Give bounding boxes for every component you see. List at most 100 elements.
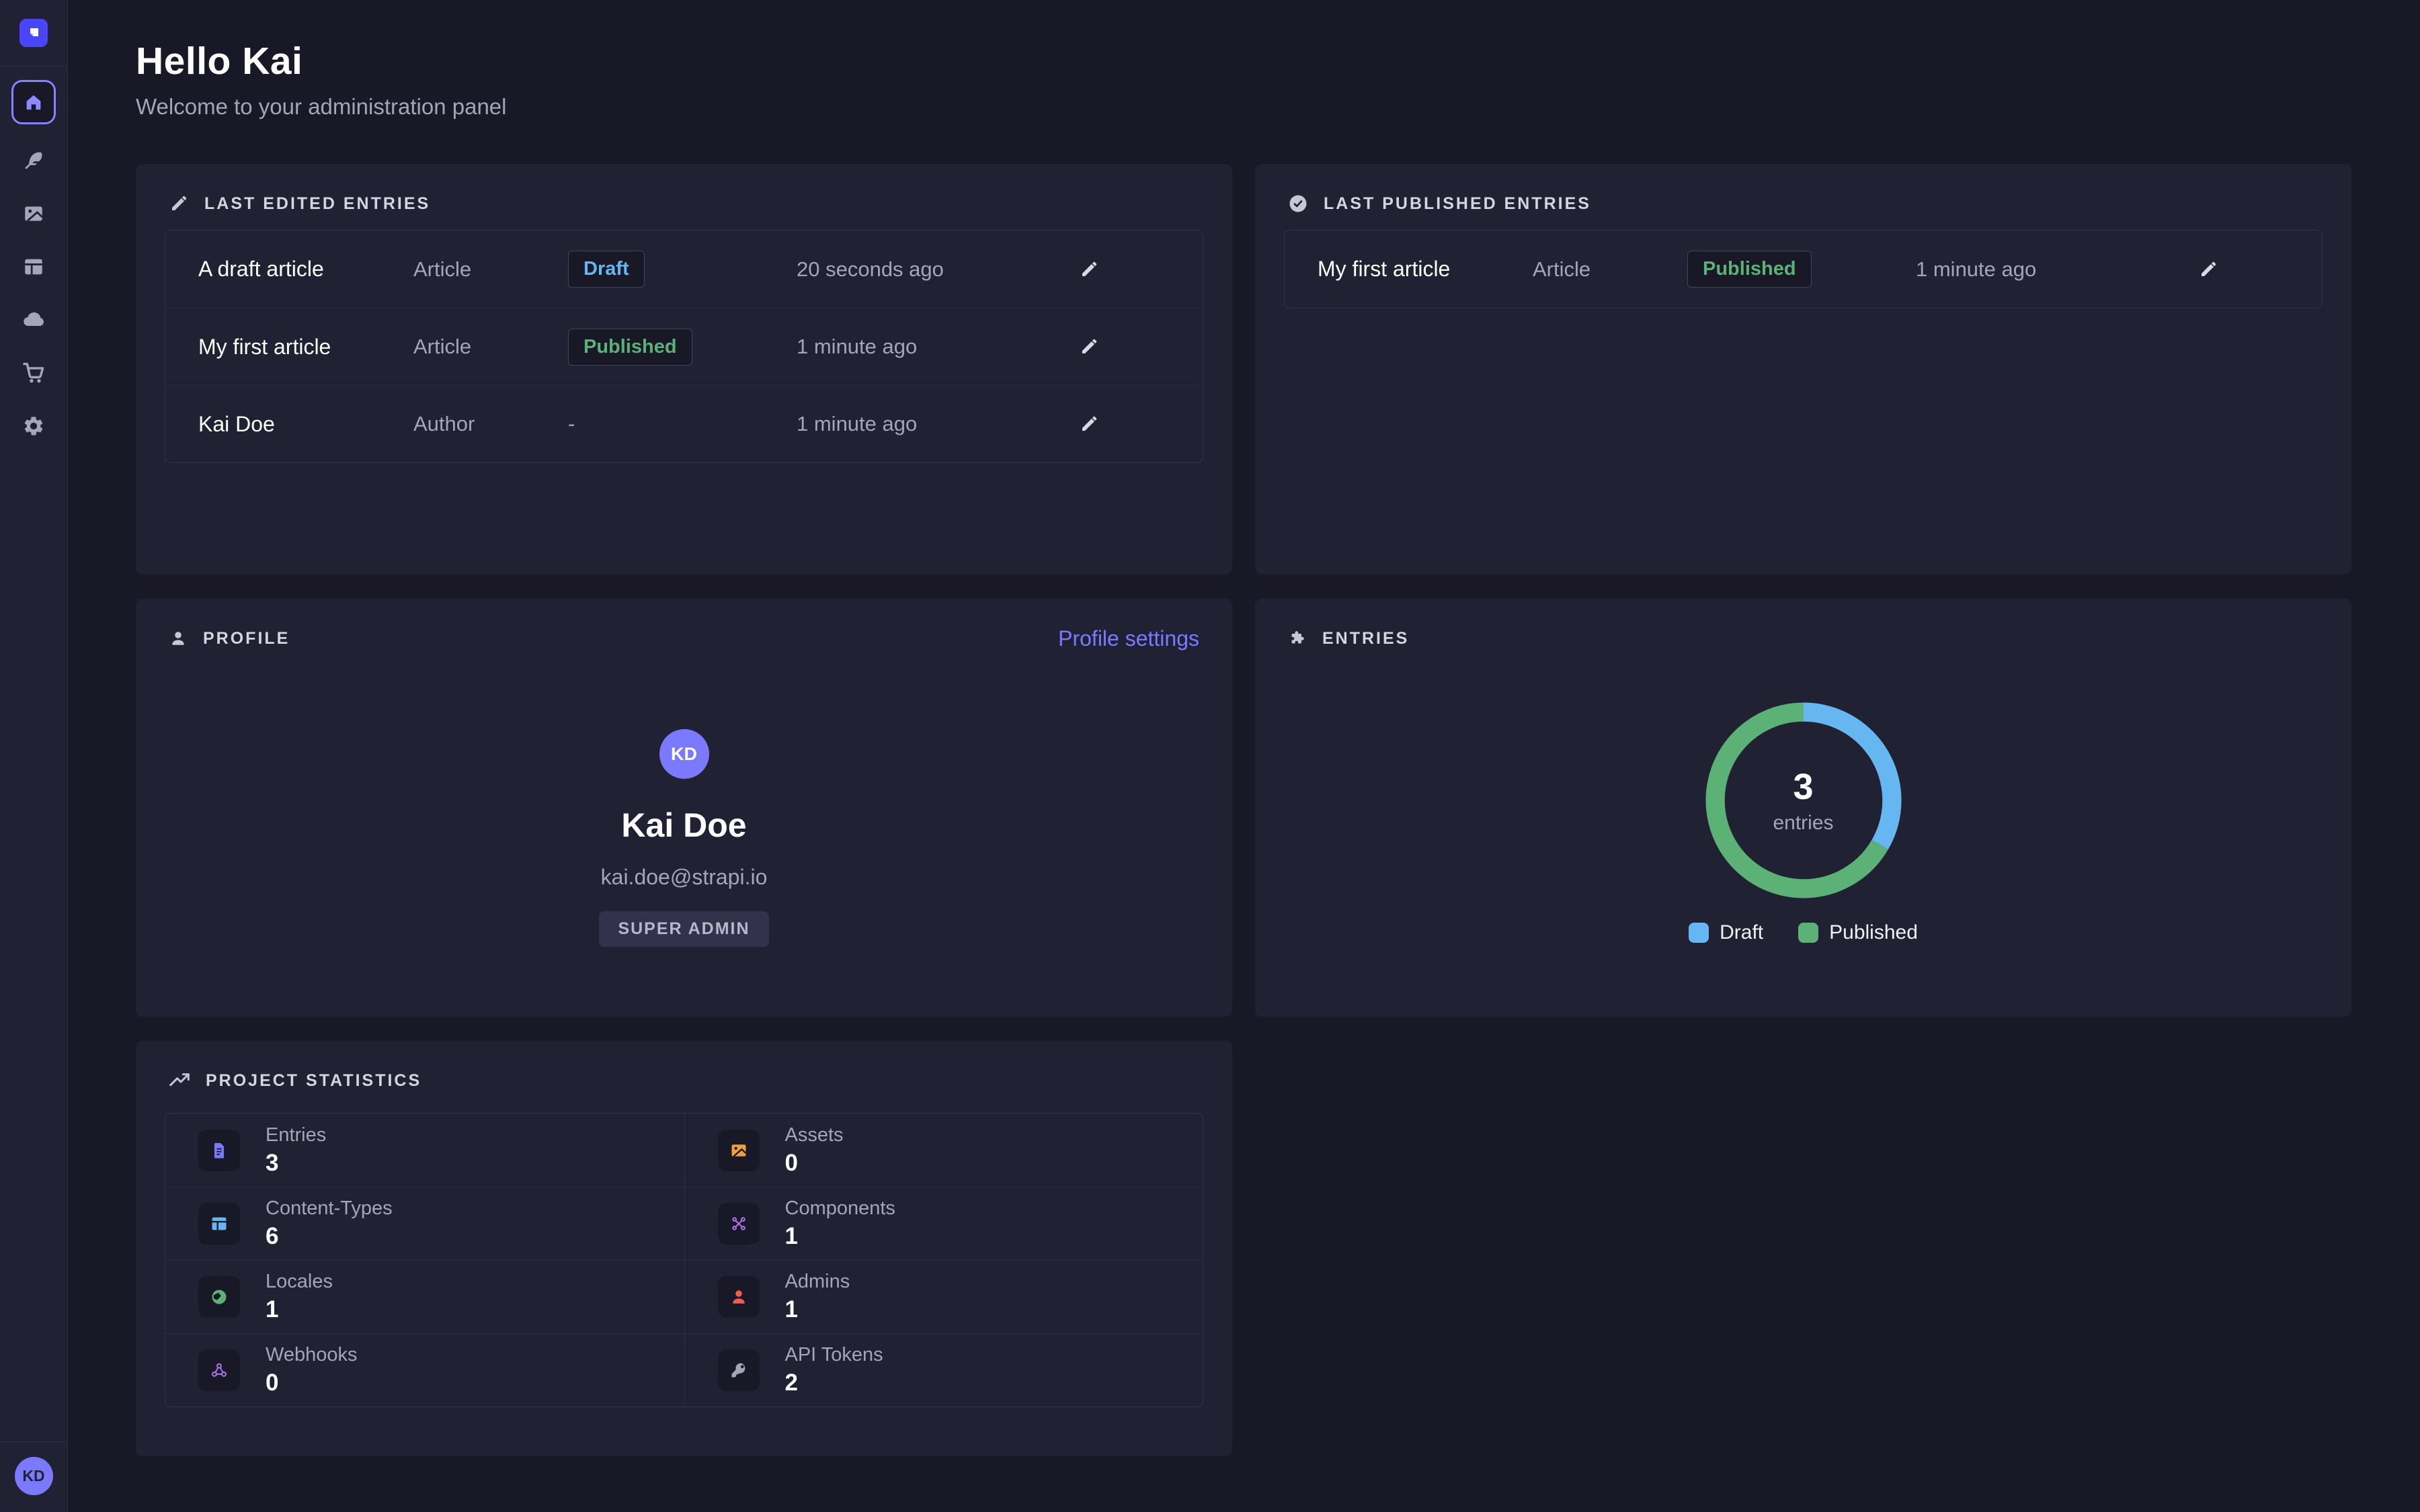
stat-value: 0 — [785, 1150, 844, 1177]
stat-value: 2 — [785, 1370, 883, 1396]
last-edited-entries-card: Last edited entries A draft article Arti… — [136, 164, 1232, 575]
card-title: Last edited entries — [204, 194, 430, 214]
donut-legend: Draft Published — [1689, 921, 1918, 944]
page-subtitle: Welcome to your administration panel — [136, 94, 2353, 120]
profile-email: kai.doe@strapi.io — [601, 865, 768, 890]
sidebar-item-content-type-builder[interactable] — [0, 240, 68, 293]
entry-time: 1 minute ago — [1916, 257, 2198, 282]
components-icon — [718, 1203, 760, 1245]
status-badge: Draft — [568, 251, 645, 288]
cart-icon — [22, 362, 45, 384]
user-avatar[interactable]: KD — [15, 1457, 53, 1495]
stat-value: 0 — [266, 1370, 358, 1396]
feather-icon — [22, 149, 45, 172]
published-swatch — [1798, 923, 1818, 943]
stat-components: Components 1 — [684, 1187, 1203, 1260]
layout-icon — [198, 1203, 240, 1245]
stat-label: Content-Types — [266, 1198, 393, 1220]
entries-header: Entries — [1288, 627, 2318, 650]
stat-entries: Entries 3 — [165, 1114, 684, 1187]
entry-name: My first article — [198, 335, 413, 360]
sidebar-nav — [0, 80, 68, 452]
legend-item-draft: Draft — [1689, 921, 1763, 944]
last-published-entries-card: Last published entries My first article … — [1255, 164, 2351, 575]
entry-type: Article — [413, 257, 568, 282]
stat-webhooks: Webhooks 0 — [165, 1333, 684, 1406]
stat-label: Entries — [266, 1124, 326, 1146]
legend-item-published: Published — [1798, 921, 1918, 944]
sidebar-item-settings[interactable] — [0, 399, 68, 452]
entry-name: My first article — [1318, 257, 1533, 282]
stat-api-tokens: API Tokens 2 — [684, 1333, 1203, 1406]
sidebar-item-home[interactable] — [11, 80, 56, 124]
entry-type: Article — [413, 335, 568, 359]
project-statistics-card: Project Statistics Entries 3 — [136, 1041, 1232, 1456]
profile-header: Profile Profile settings — [169, 627, 1199, 650]
last-edited-header: Last edited entries — [169, 192, 1199, 215]
card-title: Last published entries — [1324, 194, 1591, 214]
entries-unit: entries — [1773, 812, 1833, 835]
card-title: Project Statistics — [206, 1071, 421, 1091]
puzzle-icon — [1288, 629, 1307, 648]
last-edited-table: A draft article Article Draft 20 seconds… — [165, 230, 1203, 463]
strapi-logo[interactable] — [19, 19, 48, 47]
pencil-icon — [1079, 337, 1099, 357]
entry-type: Author — [413, 412, 568, 436]
pencil-icon — [2198, 259, 2218, 280]
stat-value: 3 — [266, 1150, 326, 1177]
stat-label: Assets — [785, 1124, 844, 1146]
entries-card: Entries 3 entries — [1255, 599, 2351, 1017]
sidebar-item-deploy[interactable] — [0, 293, 68, 346]
donut-center: 3 entries — [1705, 702, 1902, 898]
file-icon — [198, 1130, 240, 1171]
table-row[interactable]: A draft article Article Draft 20 seconds… — [165, 230, 1203, 308]
images-icon — [22, 202, 45, 225]
table-row[interactable]: Kai Doe Author - 1 minute ago — [165, 385, 1203, 462]
edit-entry-button[interactable] — [2198, 259, 2221, 280]
entry-name: A draft article — [198, 257, 413, 282]
last-published-header: Last published entries — [1288, 192, 2318, 215]
sidebar-divider-top — [0, 66, 68, 67]
stat-label: API Tokens — [785, 1344, 883, 1366]
card-title: Entries — [1322, 629, 1409, 648]
pencil-icon — [1079, 414, 1099, 434]
profile-settings-link[interactable]: Profile settings — [1058, 626, 1199, 651]
profile-body: KD Kai Doe kai.doe@strapi.io SUPER ADMIN — [169, 650, 1199, 947]
stat-value: 1 — [266, 1296, 333, 1323]
table-row[interactable]: My first article Article Published 1 min… — [1285, 230, 2322, 308]
layout-icon — [22, 255, 45, 278]
check-circle-icon — [1288, 194, 1308, 214]
stat-label: Webhooks — [266, 1344, 358, 1366]
card-title: Profile — [203, 629, 290, 648]
stat-label: Admins — [785, 1271, 850, 1293]
profile-name: Kai Doe — [621, 806, 746, 845]
entry-time: 1 minute ago — [797, 412, 1079, 436]
trending-up-icon — [169, 1070, 190, 1091]
role-badge: SUPER ADMIN — [599, 911, 768, 947]
edit-entry-button[interactable] — [1079, 259, 1102, 280]
status-badge: Published — [568, 329, 692, 366]
home-icon — [23, 91, 44, 113]
strapi-logo-icon — [26, 25, 42, 41]
stat-label: Locales — [266, 1271, 333, 1293]
person-icon — [169, 629, 188, 648]
profile-card: Profile Profile settings KD Kai Doe kai.… — [136, 599, 1232, 1017]
donut-chart: 3 entries — [1705, 702, 1902, 898]
entries-count: 3 — [1793, 766, 1813, 808]
sidebar-item-marketplace[interactable] — [0, 346, 68, 399]
table-row[interactable]: My first article Article Published 1 min… — [165, 308, 1203, 385]
pencil-icon — [1079, 259, 1099, 280]
user-icon — [718, 1276, 760, 1318]
sidebar-item-media-library[interactable] — [0, 187, 68, 240]
sidebar-bottom: KD — [0, 1441, 68, 1512]
stats-grid: Entries 3 Assets 0 Conte — [165, 1113, 1203, 1407]
project-statistics-header: Project Statistics — [169, 1069, 1199, 1092]
pencil-icon — [169, 194, 189, 214]
edit-entry-button[interactable] — [1079, 337, 1102, 357]
stat-content-types: Content-Types 6 — [165, 1187, 684, 1260]
key-icon — [718, 1349, 760, 1391]
stat-value: 6 — [266, 1223, 393, 1250]
sidebar-item-content-manager[interactable] — [0, 134, 68, 187]
gear-icon — [22, 415, 45, 437]
edit-entry-button[interactable] — [1079, 414, 1102, 434]
